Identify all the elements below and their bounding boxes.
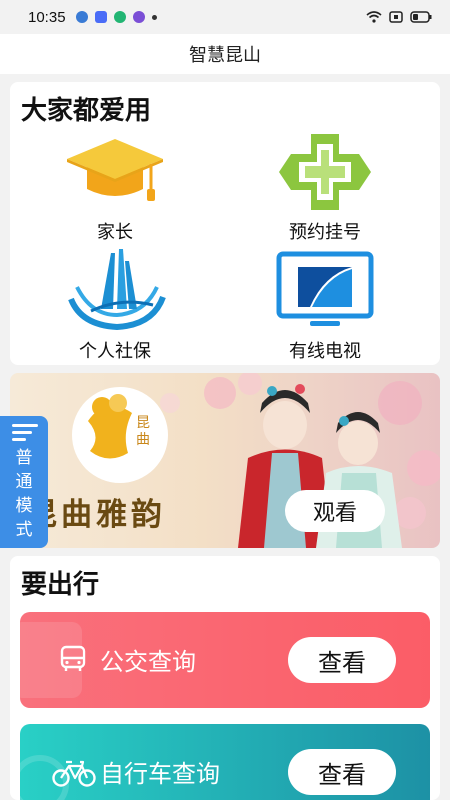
- kunqu-banner[interactable]: 昆曲 昆曲雅韵 观看: [10, 373, 440, 548]
- bike-query-label: 自行车查询: [100, 760, 220, 788]
- notification-app-icon: [75, 11, 88, 23]
- tv-icon: [276, 251, 374, 326]
- travel-card: 要出行 公交查询 查看 自行车查询 查看: [10, 556, 440, 800]
- play-app-icon: [113, 11, 126, 23]
- more-notifications-icon: [151, 14, 157, 20]
- bike-query-bar[interactable]: 自行车查询 查看: [20, 724, 430, 800]
- social-security-logo-icon: [68, 249, 166, 331]
- bike-view-button[interactable]: 查看: [288, 749, 396, 795]
- chat-app-icon: [132, 11, 145, 23]
- bicycle-icon: [52, 760, 96, 787]
- travel-title: 要出行: [21, 570, 100, 600]
- service-parent[interactable]: 家长: [25, 132, 205, 247]
- title-bar: 智慧昆山: [0, 34, 450, 74]
- sim-icon: [389, 11, 403, 23]
- favorites-card: 大家都爱用 家长 预约挂号 个人社保 有线电视: [10, 82, 440, 365]
- medical-cross-icon: [279, 134, 371, 210]
- mode-label: 普通模式: [15, 448, 33, 540]
- favorites-title: 大家都爱用: [21, 96, 152, 126]
- bus-icon: [60, 645, 86, 671]
- service-appointment[interactable]: 预约挂号: [235, 132, 415, 247]
- service-label: 有线电视: [289, 341, 361, 362]
- status-time: 10:35: [28, 8, 66, 26]
- bus-view-button[interactable]: 查看: [288, 637, 396, 683]
- banner-logo-text: 昆曲: [136, 415, 150, 448]
- service-label: 家长: [97, 222, 133, 243]
- graduation-cap-icon: [67, 139, 163, 201]
- battery-icon: [410, 11, 432, 23]
- service-label: 预约挂号: [289, 222, 361, 243]
- app-title: 智慧昆山: [189, 45, 261, 66]
- service-cable-tv[interactable]: 有线电视: [235, 247, 415, 362]
- message-app-icon: [94, 11, 107, 23]
- service-social-security[interactable]: 个人社保: [25, 247, 205, 362]
- status-bar: 10:35: [0, 0, 450, 34]
- watch-button[interactable]: 观看: [285, 490, 385, 532]
- bus-query-bar[interactable]: 公交查询 查看: [20, 612, 430, 708]
- bus-query-label: 公交查询: [100, 648, 196, 676]
- mode-switch-tab[interactable]: 普通模式: [0, 416, 48, 548]
- wifi-icon: [366, 11, 382, 23]
- menu-lines-icon: [12, 424, 38, 441]
- service-label: 个人社保: [79, 341, 151, 362]
